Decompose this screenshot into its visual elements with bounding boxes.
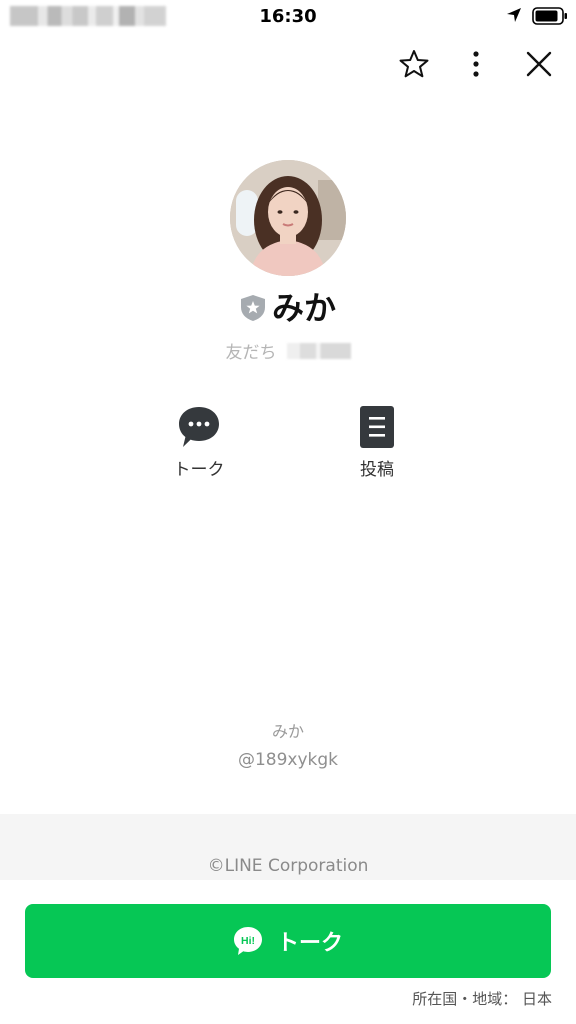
region-row: 所在国・地域： 日本 [412, 988, 552, 1009]
footer-profile-name: みか [271, 722, 304, 741]
favorite-button[interactable] [396, 46, 432, 82]
status-time: 16:30 [259, 6, 317, 27]
talk-action-button[interactable]: トーク [149, 405, 249, 480]
profile-avatar[interactable] [230, 160, 346, 276]
copyright-text: ©LINE Corporation [207, 856, 369, 876]
posts-action-label: 投稿 [360, 460, 394, 480]
friend-info-blurred [286, 342, 351, 359]
region-label: 所在国・地域： [412, 990, 518, 1008]
avatar-photo [230, 160, 346, 276]
more-vertical-icon [473, 51, 479, 77]
profile-name-row: みか [0, 288, 576, 328]
profile-name: みか [271, 289, 336, 327]
close-icon [526, 51, 552, 77]
document-icon [360, 406, 394, 448]
talk-cta-button[interactable]: Hi! トーク [25, 904, 551, 978]
line-id: @189xykgk [237, 750, 339, 770]
posts-action-button[interactable]: 投稿 [327, 405, 427, 480]
location-arrow-icon [507, 8, 521, 22]
battery-icon [532, 7, 567, 25]
talk-cta-label: トーク [276, 931, 343, 956]
region-value: 日本 [521, 990, 552, 1008]
profile-screen: 16:30 みか 友だち トーク 投稿 みか @189xykgk ©LINE C… [0, 0, 576, 1024]
chat-bubble-icon [179, 407, 219, 447]
svg-text:Hi!: Hi! [241, 935, 255, 947]
talk-action-label: トーク [173, 460, 225, 480]
star-icon [399, 50, 429, 78]
friend-status-row: 友だち [0, 338, 576, 363]
more-options-button[interactable] [458, 46, 494, 82]
shield-star-icon [240, 295, 265, 321]
friend-label: 友だち [225, 343, 277, 363]
status-bar: 16:30 [0, 0, 576, 34]
close-button[interactable] [521, 46, 557, 82]
hi-bubble-icon: Hi! [233, 927, 262, 955]
